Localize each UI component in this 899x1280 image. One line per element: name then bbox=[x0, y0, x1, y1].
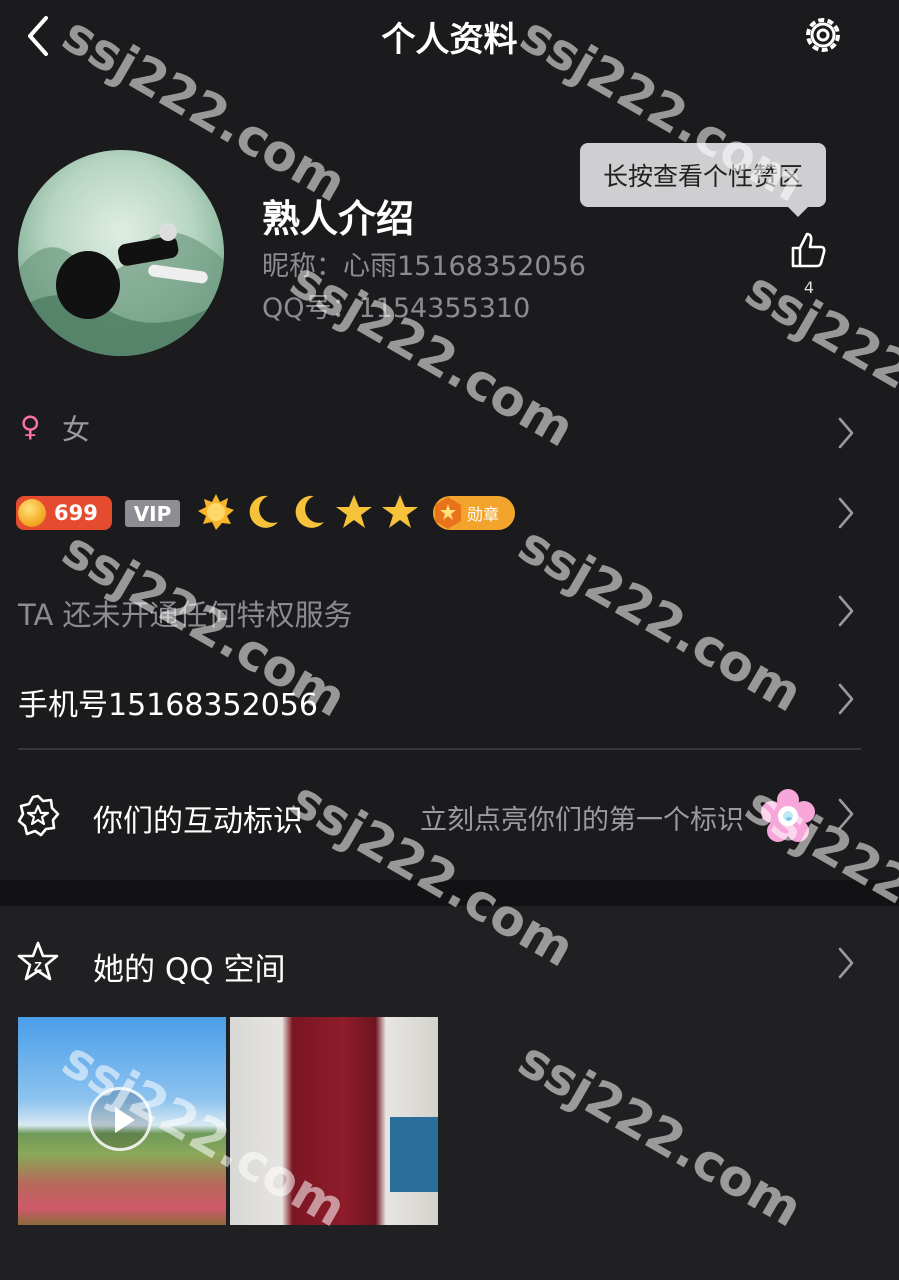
photo-background-detail bbox=[390, 1117, 438, 1192]
chevron-right-icon[interactable] bbox=[836, 682, 856, 716]
interaction-marks-hint[interactable]: 立刻点亮你们的第一个标识 bbox=[420, 798, 744, 837]
page-title: 个人资料 bbox=[381, 20, 518, 60]
gender-text: 女 bbox=[62, 413, 91, 446]
medal-star-icon bbox=[435, 497, 461, 529]
svg-text:Z: Z bbox=[34, 959, 42, 974]
chevron-right-icon[interactable] bbox=[836, 594, 856, 628]
flower-icon bbox=[761, 789, 815, 842]
profile-name: 熟人介绍 bbox=[262, 197, 415, 241]
qzone-star-icon: Z bbox=[17, 941, 59, 981]
moon-icon bbox=[295, 495, 324, 528]
play-icon[interactable] bbox=[88, 1087, 152, 1151]
coin-level-badge[interactable]: 699 bbox=[16, 496, 112, 530]
like-zone-tooltip: 长按查看个性赞区 bbox=[580, 143, 826, 217]
chevron-right-icon[interactable] bbox=[836, 797, 856, 831]
privilege-text: TA 还未开通任何特权服务 bbox=[18, 598, 353, 632]
coin-level-text: 699 bbox=[54, 501, 98, 525]
watermark: ssj222.com bbox=[509, 515, 812, 724]
medal-text: 勋章 bbox=[467, 505, 500, 524]
qzone-label[interactable]: 她的 QQ 空间 bbox=[93, 944, 286, 989]
divider bbox=[18, 748, 861, 750]
chevron-right-icon[interactable] bbox=[836, 496, 856, 530]
star-icon bbox=[336, 495, 372, 528]
qzone-photo-thumbnail[interactable] bbox=[230, 1017, 438, 1225]
avatar[interactable] bbox=[18, 150, 224, 356]
section-divider bbox=[0, 880, 899, 906]
like-count: 4 bbox=[803, 278, 815, 297]
female-icon: ♀ bbox=[20, 410, 41, 443]
vip-badge[interactable]: VIP bbox=[125, 500, 180, 527]
nickname-text: 昵称：心雨15168352056 bbox=[262, 251, 586, 282]
phone-number-text: 手机号15168352056 bbox=[18, 688, 318, 723]
sun-icon bbox=[198, 494, 234, 530]
qzone-video-thumbnail[interactable] bbox=[18, 1017, 226, 1225]
badge-star-icon bbox=[17, 794, 60, 837]
star-icon bbox=[382, 495, 418, 528]
interaction-marks-label[interactable]: 你们的互动标识 bbox=[93, 796, 303, 840]
coin-icon bbox=[18, 499, 46, 527]
thumbs-up-icon[interactable] bbox=[789, 230, 829, 270]
qq-number-text: QQ号：1154355310 bbox=[262, 293, 531, 324]
settings-gear-icon[interactable] bbox=[800, 12, 846, 58]
chevron-right-icon[interactable] bbox=[836, 946, 856, 980]
chevron-right-icon[interactable] bbox=[836, 416, 856, 450]
moon-icon bbox=[249, 495, 278, 528]
medal-badge[interactable]: 勋章 bbox=[433, 496, 515, 530]
